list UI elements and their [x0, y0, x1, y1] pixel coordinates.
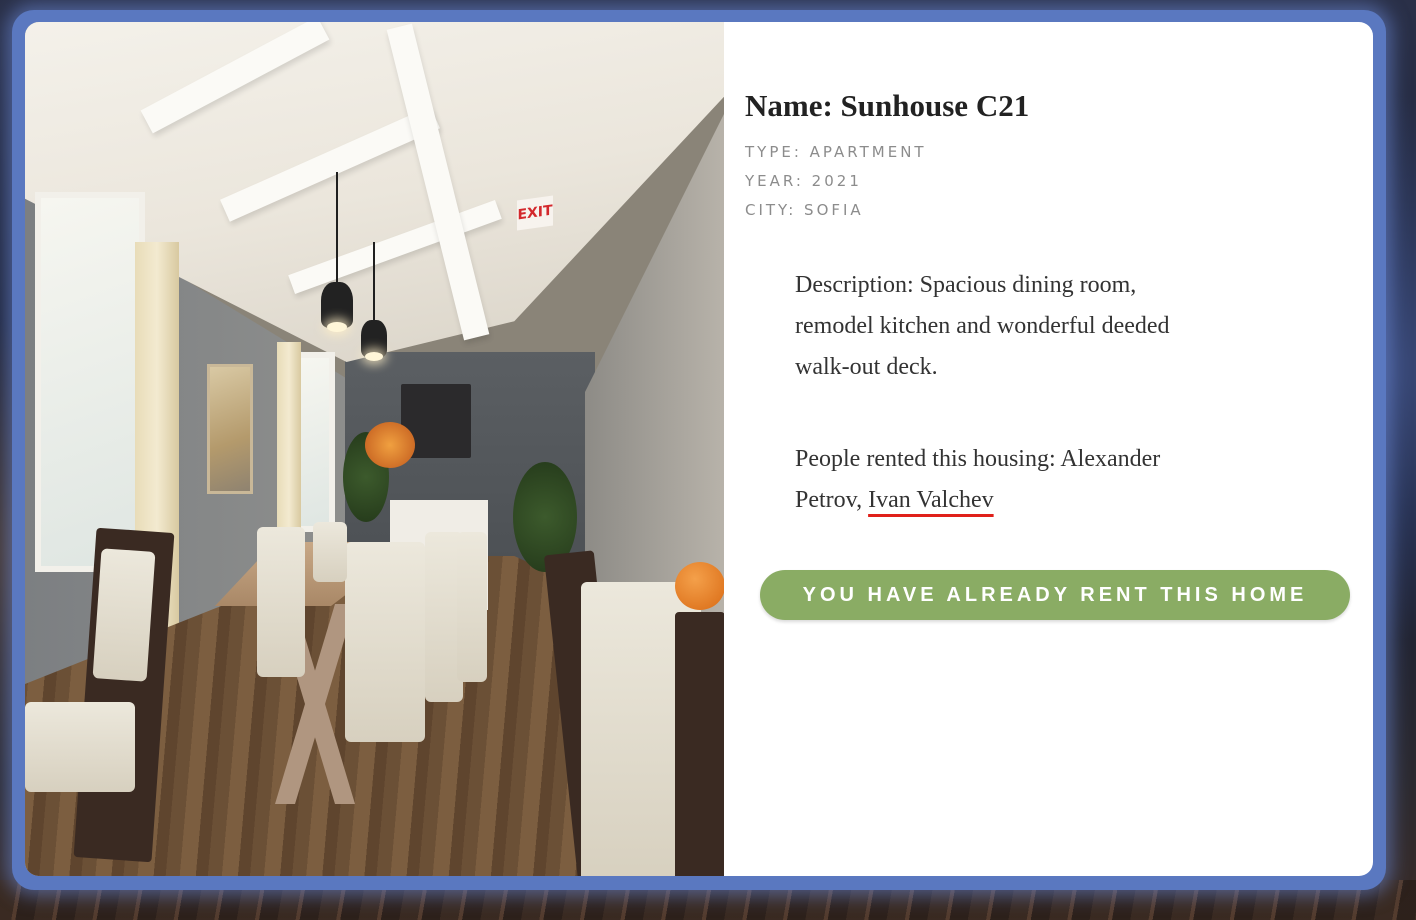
- photo-armchair-seat: [25, 702, 135, 792]
- photo-exit-sign: EXIT: [517, 195, 553, 231]
- housing-description: Description: Spacious dining room, remod…: [795, 272, 1170, 380]
- photo-chair: [257, 527, 305, 677]
- photo-window: [295, 352, 335, 532]
- photo-armchair-back: [675, 612, 724, 876]
- housing-renters: People rented this housing: Alexander Pe…: [795, 439, 1215, 521]
- already-rented-button[interactable]: YOU HAVE ALREADY RENT THIS HOME: [760, 570, 1350, 620]
- photo-window: [35, 192, 145, 572]
- photo-pendant-bulb: [327, 322, 347, 332]
- photo-pumpkin: [675, 562, 724, 610]
- housing-photo: EXIT: [25, 22, 724, 876]
- housing-card: EXIT Name: Sunhouse C21 TYPE: APARTMENT …: [12, 10, 1386, 890]
- photo-chair: [313, 522, 347, 582]
- photo-flowers: [365, 422, 415, 468]
- photo-pendant-cord: [373, 242, 375, 332]
- photo-chair: [345, 542, 425, 742]
- photo-wall-art: [207, 364, 253, 494]
- housing-type: TYPE: APARTMENT: [745, 143, 927, 161]
- housing-card-inner: EXIT Name: Sunhouse C21 TYPE: APARTMENT …: [25, 22, 1373, 876]
- housing-details: Name: Sunhouse C21 TYPE: APARTMENT YEAR:…: [724, 22, 1373, 876]
- housing-name: Name: Sunhouse C21: [745, 88, 1030, 123]
- photo-pendant-cord: [336, 172, 338, 292]
- current-user-renter-name: Ivan Valchev: [868, 487, 994, 513]
- housing-year: YEAR: 2021: [745, 172, 862, 190]
- photo-pendant-bulb: [365, 352, 383, 361]
- photo-armchair-cushion: [92, 548, 156, 682]
- photo-chair: [457, 532, 487, 682]
- housing-city: CITY: SOFIA: [745, 201, 864, 219]
